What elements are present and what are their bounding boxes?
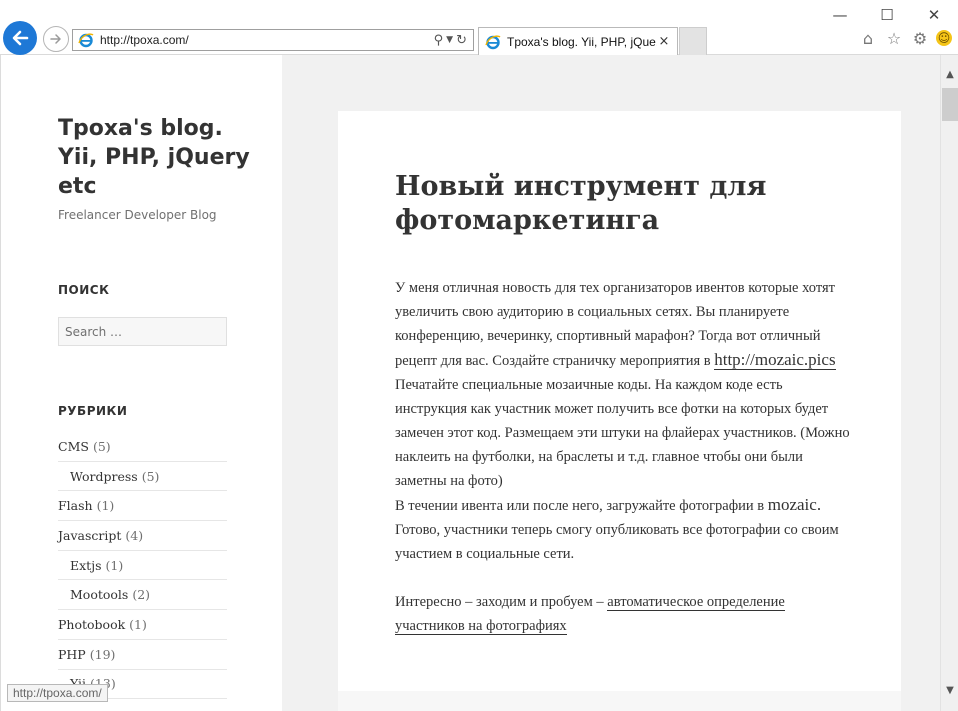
arrow-right-icon bbox=[50, 34, 61, 44]
address-bar[interactable]: http://tpoxa.com/ ⚲ ▼ ↻ bbox=[72, 29, 474, 51]
category-count: (5) bbox=[141, 468, 160, 484]
back-button[interactable] bbox=[3, 21, 37, 55]
categories-heading: РУБРИКИ bbox=[58, 404, 128, 418]
category-count: (1) bbox=[96, 498, 115, 514]
brand-name: mozaic. bbox=[767, 495, 822, 514]
scroll-down-icon[interactable]: ▼ bbox=[941, 681, 958, 699]
category-item[interactable]: Mootools (2) bbox=[58, 580, 227, 611]
favorites-star-icon[interactable]: ☆ bbox=[884, 28, 904, 48]
tab-active[interactable]: Tpoxa's blog. Yii, PHP, jQue... × bbox=[478, 27, 678, 55]
browser-chrome: — ☐ ✕ http://tpoxa.com/ ⚲ ▼ ↻ Tpoxa's bl bbox=[0, 0, 958, 55]
post-content: У меня отличная новость для тех организа… bbox=[395, 276, 855, 638]
categories-list: CMS (5) Wordpress (5) Flash (1) Javascript(… bbox=[58, 432, 227, 700]
gear-icon[interactable]: ⚙ bbox=[910, 28, 930, 48]
ie-favicon-icon bbox=[485, 34, 501, 49]
category-item[interactable]: PHP (19) bbox=[58, 640, 227, 670]
post-text: Интересно – заходим и пробуем – bbox=[395, 594, 608, 610]
post-paragraph: Печатайте специальные мозаичные коды. На… bbox=[395, 377, 850, 489]
category-label[interactable]: Wordpress bbox=[70, 469, 138, 484]
category-item[interactable]: Wordpress (5) bbox=[58, 462, 227, 492]
status-bar-url: http://tpoxa.com/ bbox=[7, 684, 108, 702]
post-text: Готово, участники теперь смогу опубликов… bbox=[395, 522, 839, 562]
post-paragraph: Интересно – заходим и пробуем – автомати… bbox=[395, 590, 855, 638]
close-window-button[interactable]: ✕ bbox=[921, 4, 947, 26]
category-count: (1) bbox=[105, 557, 124, 573]
vertical-scrollbar[interactable]: ▲ ▼ bbox=[940, 55, 958, 711]
refresh-icon[interactable]: ↻ bbox=[456, 33, 467, 48]
post-paragraph: У меня отличная новость для тех организа… bbox=[395, 276, 855, 373]
category-count: (4) bbox=[125, 527, 144, 543]
category-count: (5) bbox=[92, 438, 111, 454]
category-item[interactable]: Extjs (1) bbox=[58, 551, 227, 581]
category-label[interactable]: Photobook bbox=[58, 617, 125, 632]
category-label[interactable]: Flash bbox=[58, 498, 93, 513]
category-count: (2) bbox=[132, 587, 151, 603]
sidebar: Tpoxa's blog. Yii, PHP, jQuery etc Freel… bbox=[0, 55, 282, 711]
minimize-button[interactable]: — bbox=[827, 4, 853, 26]
post-footer bbox=[338, 691, 901, 711]
category-label[interactable]: Extjs bbox=[70, 558, 102, 573]
category-item[interactable]: CMS (5) bbox=[58, 432, 227, 462]
dropdown-icon[interactable]: ▼ bbox=[446, 35, 453, 45]
arrow-left-icon bbox=[12, 30, 29, 46]
new-tab-button[interactable] bbox=[679, 27, 707, 55]
post-article: Новый инструмент для фотомаркетинга У ме… bbox=[338, 111, 901, 691]
tab-title: Tpoxa's blog. Yii, PHP, jQue... bbox=[507, 34, 657, 49]
search-input[interactable]: Search … bbox=[58, 317, 227, 346]
site-description: Freelancer Developer Blog bbox=[58, 208, 217, 222]
category-item[interactable]: Photobook (1) bbox=[58, 610, 227, 640]
page-viewport: Tpoxa's blog. Yii, PHP, jQuery etc Freel… bbox=[0, 55, 940, 711]
mozaic-link[interactable]: http://mozaic.pics bbox=[714, 350, 836, 370]
category-label[interactable]: Javascript bbox=[58, 528, 121, 543]
site-title[interactable]: Tpoxa's blog. Yii, PHP, jQuery etc bbox=[58, 114, 258, 201]
category-item[interactable]: Flash (1) bbox=[58, 491, 227, 522]
forward-button[interactable] bbox=[43, 26, 69, 52]
search-icon[interactable]: ⚲ bbox=[434, 33, 444, 48]
address-url[interactable]: http://tpoxa.com/ bbox=[100, 33, 434, 47]
home-icon[interactable]: ⌂ bbox=[858, 28, 878, 48]
category-item[interactable]: Javascript (4) bbox=[58, 521, 227, 551]
post-paragraph: В течении ивента или после него, загружа… bbox=[395, 493, 855, 566]
maximize-button[interactable]: ☐ bbox=[874, 4, 900, 26]
post-title[interactable]: Новый инструмент для фотомаркетинга bbox=[395, 170, 815, 238]
search-heading: ПОИСК bbox=[58, 283, 110, 297]
scroll-thumb[interactable] bbox=[942, 88, 958, 121]
smiley-feedback-icon[interactable]: ☺ bbox=[936, 30, 952, 46]
scroll-up-icon[interactable]: ▲ bbox=[941, 65, 958, 83]
tab-close-button[interactable]: × bbox=[657, 34, 671, 49]
category-label[interactable]: Mootools bbox=[70, 587, 128, 602]
post-text: В течении ивента или после него, загружа… bbox=[395, 498, 768, 514]
ie-favicon-icon bbox=[78, 33, 94, 48]
category-count: (19) bbox=[89, 646, 116, 662]
category-label[interactable]: CMS bbox=[58, 439, 89, 454]
category-count: (1) bbox=[129, 616, 147, 632]
category-label[interactable]: PHP bbox=[58, 647, 86, 662]
